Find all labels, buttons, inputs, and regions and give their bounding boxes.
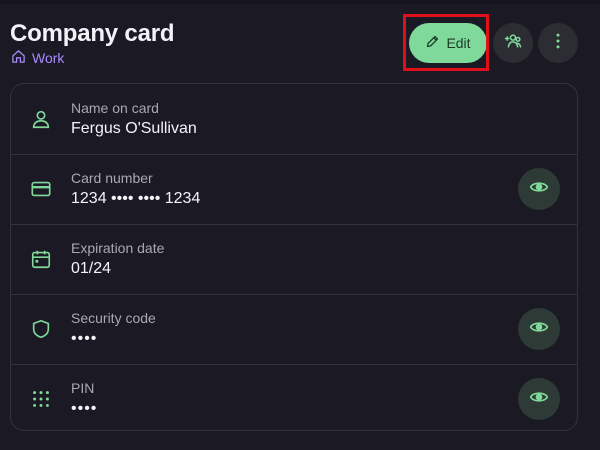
field-value[interactable]: •••• — [71, 400, 97, 418]
share-button[interactable] — [493, 23, 533, 63]
field-label: Card number — [71, 170, 153, 186]
reveal-security-code-button[interactable] — [518, 308, 560, 350]
field-expiration-date: Expiration date 01/24 — [11, 224, 577, 295]
user-icon — [30, 108, 52, 130]
shield-icon — [30, 318, 52, 340]
eye-icon — [529, 387, 549, 412]
credit-card-icon — [30, 178, 52, 200]
field-label: Expiration date — [71, 240, 165, 256]
field-card-number: Card number 1234 •••• •••• 1234 — [11, 154, 577, 225]
vault-link[interactable]: Work — [11, 49, 64, 67]
calendar-icon — [30, 248, 52, 270]
field-name-on-card: Name on card Fergus O'Sullivan — [11, 84, 577, 155]
field-label: Security code — [71, 310, 156, 326]
vault-name: Work — [32, 50, 65, 66]
field-security-code: Security code •••• — [11, 294, 577, 365]
kebab-menu-icon — [548, 31, 568, 56]
field-value[interactable]: 1234 •••• •••• 1234 — [71, 190, 200, 208]
page-title: Company card — [10, 20, 175, 47]
add-users-icon — [503, 31, 523, 56]
reveal-pin-button[interactable] — [518, 378, 560, 420]
more-options-button[interactable] — [538, 23, 578, 63]
reveal-card-number-button[interactable] — [518, 168, 560, 210]
eye-icon — [529, 177, 549, 202]
field-label: Name on card — [71, 100, 159, 116]
pencil-icon — [425, 34, 440, 52]
eye-icon — [529, 317, 549, 342]
field-value[interactable]: Fergus O'Sullivan — [71, 120, 197, 138]
edit-button[interactable]: Edit — [409, 23, 487, 63]
field-pin: PIN •••• — [11, 364, 577, 434]
card-details-panel: Name on card Fergus O'Sullivan Card numb… — [10, 83, 578, 431]
field-value[interactable]: 01/24 — [71, 260, 111, 278]
edit-label: Edit — [446, 35, 471, 51]
field-label: PIN — [71, 380, 95, 396]
field-value[interactable]: •••• — [71, 330, 97, 348]
keypad-icon — [30, 388, 52, 410]
home-icon — [11, 49, 26, 67]
top-divider — [0, 0, 600, 4]
